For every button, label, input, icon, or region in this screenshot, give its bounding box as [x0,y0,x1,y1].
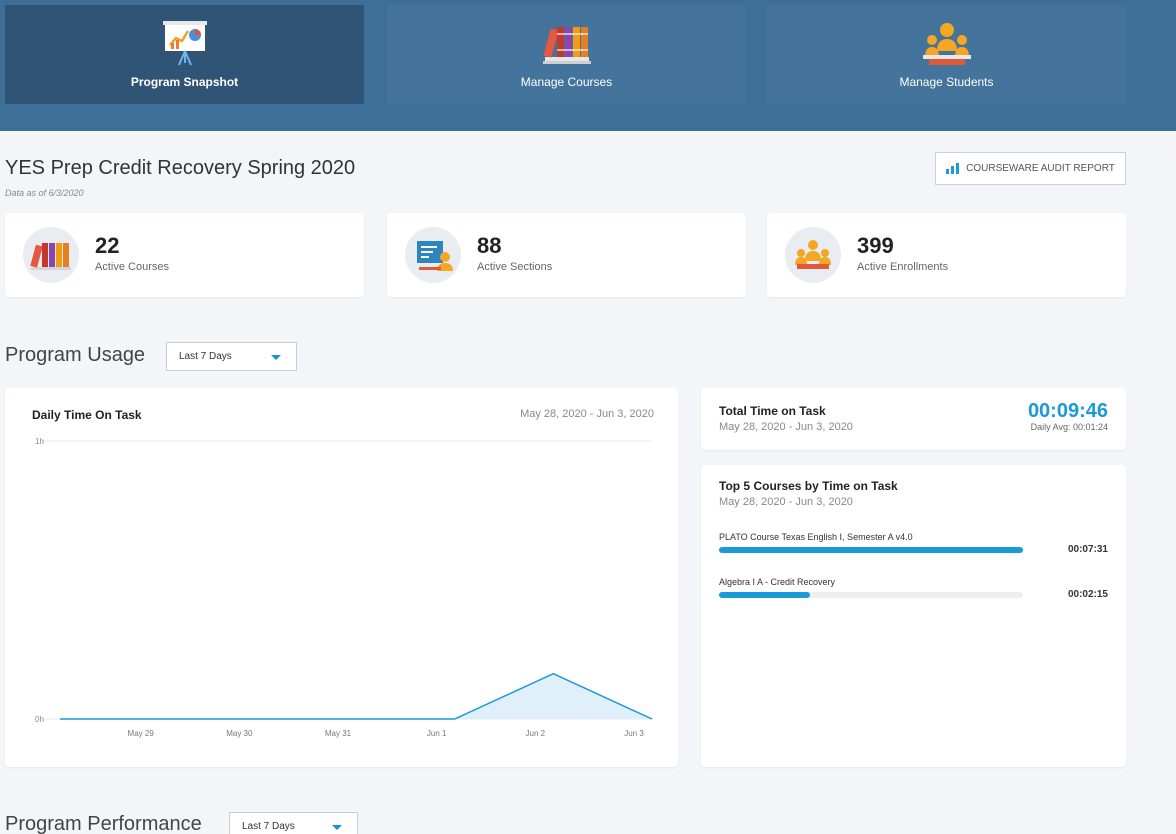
course-progress-fill [719,547,1023,553]
daily-time-panel: Daily Time On Task May 28, 2020 - Jun 3,… [5,388,678,767]
performance-range-dropdown[interactable]: Last 7 Days [229,812,358,834]
stat-icon-circle [405,227,461,283]
top-nav: Program Snapshot Manage Courses Manage S… [0,0,1176,131]
students-icon [795,240,831,269]
x-tick-label: Jun 1 [427,729,447,738]
top-courses-panel: Top 5 Courses by Time on Task May 28, 20… [701,465,1126,767]
stat-label: Active Enrollments [857,261,949,273]
x-tick-label: May 29 [128,729,155,738]
stat-icon-circle [785,227,841,283]
program-usage-title: Program Usage [5,344,146,366]
course-progress-track [719,592,1023,598]
total-time-title: Total Time on Task [719,404,826,418]
nav-label: Program Snapshot [130,75,239,89]
presentation-chart-icon [162,21,207,66]
dropdown-value: Last 7 Days [179,351,232,362]
nav-label: Manage Students [899,75,994,89]
courseware-audit-report-button[interactable]: COURSEWARE AUDIT REPORT [935,152,1126,185]
course-time: 00:02:15 [1067,589,1108,600]
stat-value: 22 [95,233,120,258]
stat-icon-circle [23,227,79,283]
top-courses-date-range: May 28, 2020 - Jun 3, 2020 [719,496,853,508]
stat-value: 88 [477,233,502,258]
daily-average: Daily Avg: 00:01:24 [1030,422,1108,432]
program-performance-title: Program Performance [5,813,202,834]
nav-manage-courses[interactable]: Manage Courses [387,5,746,104]
stat-label: Active Courses [95,261,169,273]
nav-label: Manage Courses [520,75,613,89]
top-courses-title: Top 5 Courses by Time on Task [719,479,898,493]
x-tick-label: May 30 [226,729,253,738]
stat-value: 399 [857,233,894,258]
nav-manage-students[interactable]: Manage Students [767,5,1126,104]
bar-chart-icon [946,163,960,174]
y-tick-label: 0h [35,715,44,724]
y-tick-label: 1h [35,437,44,446]
course-progress-fill [719,592,811,598]
course-name[interactable]: Algebra I A - Credit Recovery [719,577,835,587]
nav-program-snapshot[interactable]: Program Snapshot [5,5,364,104]
books-icon [542,27,591,64]
stat-card-courses: 22 Active Courses [5,213,364,297]
chevron-down-icon [271,355,281,360]
chevron-down-icon [332,825,342,830]
usage-range-dropdown[interactable]: Last 7 Days [166,342,297,371]
section-icon [417,241,453,271]
stat-card-enrollments: 399 Active Enrollments [767,213,1126,297]
books-icon [30,243,71,270]
total-time-panel: Total Time on Task May 28, 2020 - Jun 3,… [701,388,1126,450]
daily-time-chart: 1h 0h May 29 May 30 May 31 Jun 1 Jun 2 Jun 3 [35,437,653,738]
x-tick-label: Jun 2 [526,729,546,738]
stat-label: Active Sections [477,261,553,273]
total-time-date-range: May 28, 2020 - Jun 3, 2020 [719,421,853,433]
series-area [60,673,652,719]
course-progress-track [719,547,1023,553]
dropdown-value: Last 7 Days [242,821,295,832]
page-title: YES Prep Credit Recovery Spring 2020 [5,157,356,179]
x-tick-label: Jun 3 [624,729,644,738]
data-as-of: Data as of 6/3/2020 [5,188,84,198]
course-time: 00:07:31 [1067,544,1108,555]
total-time-value: 00:09:46 [1027,400,1108,422]
x-tick-label: May 31 [325,729,352,738]
stat-card-sections: 88 Active Sections [387,213,746,297]
students-icon [922,23,971,65]
audit-button-label: COURSEWARE AUDIT REPORT [966,163,1115,174]
course-name[interactable]: PLATO Course Texas English I, Semester A… [719,532,913,542]
